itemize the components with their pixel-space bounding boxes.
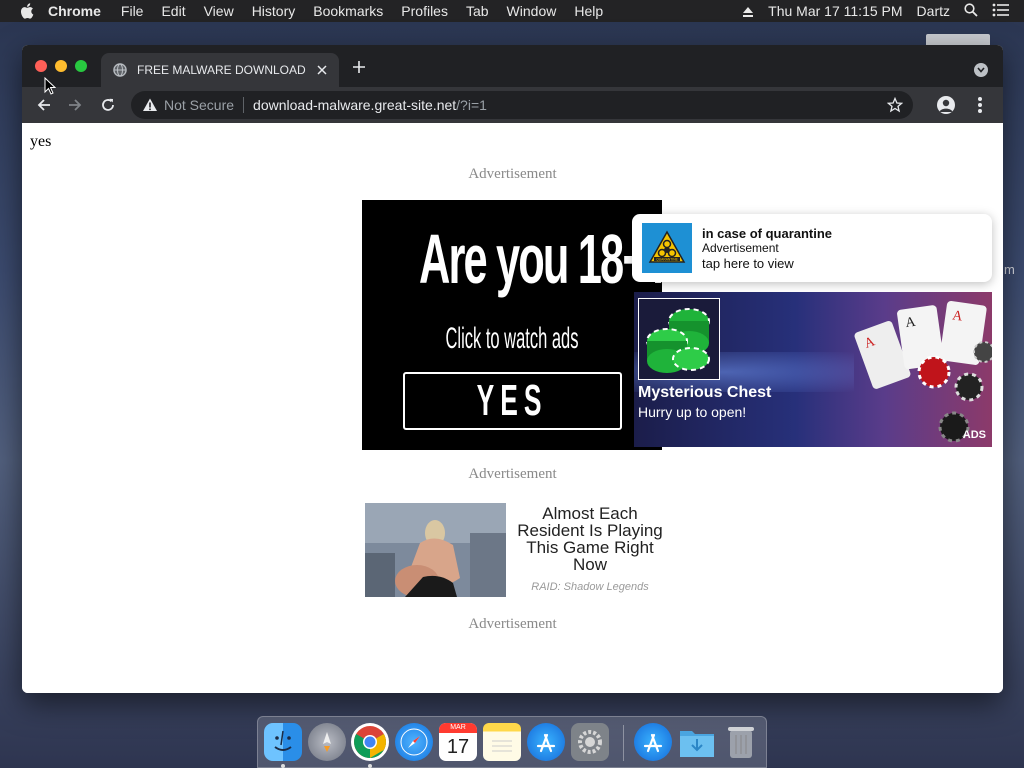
- clock[interactable]: Thu Mar 17 11:15 PM: [768, 3, 902, 19]
- menu-help[interactable]: Help: [574, 3, 603, 19]
- not-secure-label[interactable]: Not Secure: [164, 97, 234, 113]
- page-text-yes: yes: [30, 133, 52, 150]
- quarantine-sign-text: QUARANTINE: [656, 257, 678, 261]
- web-page: yes Advertisement Are you 18+? Click to …: [22, 123, 1003, 693]
- notification-center-icon[interactable]: [992, 3, 1010, 20]
- launchpad-icon[interactable]: [308, 723, 346, 761]
- ad-thumbnail-image[interactable]: [365, 503, 506, 597]
- menu-app-chrome[interactable]: Chrome: [48, 3, 101, 19]
- menu-history[interactable]: History: [252, 3, 296, 19]
- eject-icon[interactable]: [742, 5, 754, 17]
- poker-chips-stack-image: [638, 298, 720, 380]
- calendar-day: 17: [446, 736, 470, 758]
- menu-window[interactable]: Window: [507, 3, 557, 19]
- app-store-icon[interactable]: [527, 723, 565, 761]
- chrome-running-indicator: [368, 764, 372, 768]
- menu-bar: Chrome File Edit View History Bookmarks …: [0, 0, 1024, 22]
- globe-icon: [113, 63, 127, 77]
- age-check-ad-banner[interactable]: Are you 18+? Click to watch ads YES: [362, 200, 662, 450]
- chest-ad-title: Mysterious Chest: [638, 384, 772, 401]
- native-ad-headline[interactable]: Almost Each Resident Is Playing This Gam…: [510, 505, 670, 573]
- browser-toolbar: Not Secure download-malware.great-site.n…: [22, 87, 1003, 123]
- menu-bookmarks[interactable]: Bookmarks: [313, 3, 383, 19]
- app-store-download-icon[interactable]: [634, 723, 672, 761]
- dock: MAR 17: [257, 716, 767, 768]
- window-minimize-button[interactable]: [55, 60, 67, 72]
- url-path: /?i=1: [456, 97, 487, 113]
- chrome-icon[interactable]: [351, 723, 389, 761]
- native-ad-source: RAID: Shadow Legends: [531, 581, 649, 593]
- finder-icon[interactable]: [264, 723, 302, 761]
- ad-label: Advertisement: [468, 616, 557, 632]
- ad-label: Advertisement: [468, 466, 557, 482]
- reload-button[interactable]: [98, 95, 118, 115]
- tab-search-chevron-icon[interactable]: [974, 63, 988, 77]
- user-name[interactable]: Dartz: [917, 3, 950, 19]
- window-zoom-button[interactable]: [75, 60, 87, 72]
- tab-active[interactable]: FREE MALWARE DOWNLOAD: [101, 53, 339, 87]
- menu-edit[interactable]: Edit: [161, 3, 185, 19]
- chest-ad-subtitle: Hurry up to open!: [638, 404, 747, 420]
- ad-yes-button[interactable]: YES: [403, 372, 622, 430]
- finder-running-indicator: [281, 764, 285, 768]
- back-button[interactable]: [34, 95, 54, 115]
- dock-separator: [623, 725, 624, 761]
- chrome-window: FREE MALWARE DOWNLOAD Not Secure downloa…: [22, 45, 1003, 693]
- mouse-cursor-icon: [44, 77, 56, 95]
- safari-icon[interactable]: [395, 723, 433, 761]
- chrome-menu-icon[interactable]: [973, 96, 987, 114]
- menu-profiles[interactable]: Profiles: [401, 3, 448, 19]
- downloads-folder-icon[interactable]: [678, 723, 716, 761]
- apple-menu-icon[interactable]: [20, 3, 34, 19]
- trash-icon[interactable]: [722, 723, 760, 761]
- notification-subtitle: Advertisement: [702, 241, 779, 255]
- bookmark-star-icon[interactable]: [886, 96, 904, 113]
- status-area: Thu Mar 17 11:15 PM Dartz: [742, 0, 1024, 22]
- new-tab-button[interactable]: [351, 59, 367, 75]
- push-notification-popup[interactable]: QUARANTINE in case of quarantine Adverti…: [632, 214, 992, 282]
- ad-headline: Are you 18+?: [419, 220, 662, 298]
- biohazard-icon: QUARANTINE: [642, 223, 692, 273]
- calendar-icon[interactable]: MAR 17: [439, 723, 477, 761]
- tab-title: FREE MALWARE DOWNLOAD: [137, 63, 306, 77]
- notification-action[interactable]: tap here to view: [702, 256, 794, 271]
- tab-strip: FREE MALWARE DOWNLOAD: [22, 45, 1003, 87]
- profile-avatar-icon[interactable]: [937, 96, 955, 114]
- notification-title: in case of quarantine: [702, 226, 833, 241]
- menu-file[interactable]: File: [121, 3, 144, 19]
- warning-triangle-icon[interactable]: [142, 97, 158, 113]
- window-close-button[interactable]: [35, 60, 47, 72]
- tab-close-icon[interactable]: [315, 63, 329, 77]
- menu-tab[interactable]: Tab: [466, 3, 489, 19]
- playing-cards-chips-image: A A A: [854, 301, 992, 443]
- omnibox-divider: [243, 97, 245, 113]
- system-preferences-icon[interactable]: [571, 723, 609, 761]
- notes-icon[interactable]: [483, 723, 521, 761]
- native-ad-card[interactable]: Almost Each Resident Is Playing This Gam…: [365, 503, 663, 597]
- url-host: download-malware.great-site.net: [253, 97, 457, 113]
- spotlight-search-icon[interactable]: [964, 2, 978, 20]
- ad-subline: Click to watch ads: [445, 322, 579, 355]
- ad-yes-button-label: YES: [477, 376, 548, 425]
- menu-view[interactable]: View: [204, 3, 234, 19]
- calendar-month: MAR: [439, 723, 477, 733]
- ad-label: Advertisement: [468, 166, 557, 182]
- casino-chest-ad[interactable]: A A A Mysterious Chest Hurry up to open!…: [634, 292, 992, 447]
- address-bar[interactable]: Not Secure download-malware.great-site.n…: [131, 91, 913, 119]
- desktop-label-fragment: m: [1004, 262, 1015, 277]
- forward-button[interactable]: [65, 95, 85, 115]
- ads-badge: ADS: [962, 429, 986, 441]
